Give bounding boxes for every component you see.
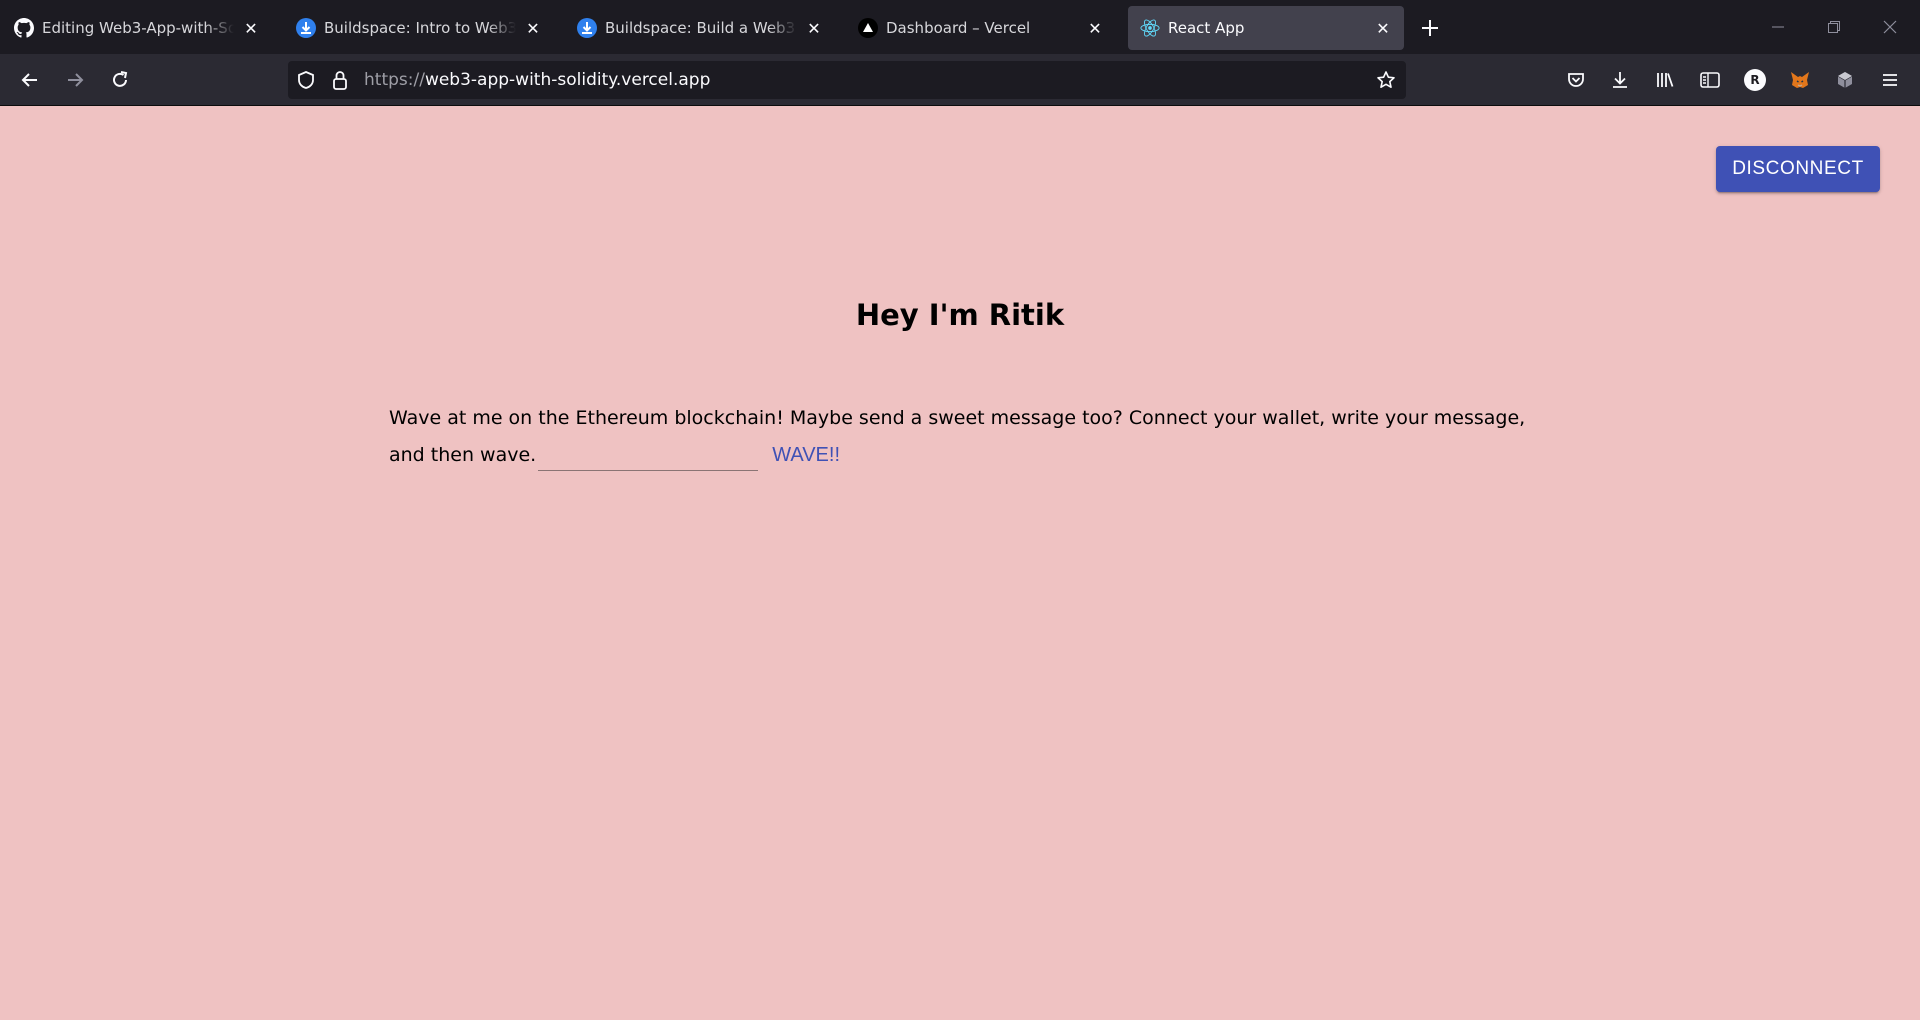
cube-icon	[1837, 72, 1853, 88]
sidebar-icon	[1700, 72, 1720, 88]
message-input[interactable]	[538, 441, 759, 471]
bookmark-star-icon[interactable]	[1376, 70, 1396, 94]
buildspace-icon	[577, 18, 597, 38]
page-title: Hey I'm Ritik	[855, 298, 1065, 332]
vercel-icon	[858, 18, 878, 38]
tab-title: Editing Web3-App-with-Solidity	[42, 19, 234, 37]
tab-buildspace-build[interactable]: Buildspace: Build a Web3 App ✕	[565, 6, 835, 50]
tab-title: Dashboard – Vercel	[886, 19, 1031, 37]
new-tab-button[interactable]	[1416, 14, 1444, 42]
bio-paragraph: Wave at me on the Ethereum blockchain! M…	[389, 400, 1539, 474]
lock-icon[interactable]	[330, 69, 350, 95]
tab-strip: Editing Web3-App-with-Solidity ✕ Buildsp…	[0, 0, 1920, 54]
sidebar-button[interactable]	[1694, 64, 1726, 96]
close-icon[interactable]: ✕	[1372, 17, 1394, 39]
react-icon	[1140, 18, 1160, 38]
pocket-icon	[1568, 73, 1584, 87]
github-icon	[14, 18, 34, 38]
url-bar[interactable]: https://web3-app-with-solidity.vercel.ap…	[288, 61, 1406, 99]
forward-button[interactable]	[59, 64, 91, 96]
downloads-button[interactable]	[1604, 64, 1636, 96]
tab-title: Buildspace: Build a Web3 App	[605, 19, 797, 37]
web-page: DISCONNECT Hey I'm Ritik Wave at me on t…	[0, 106, 1920, 1020]
library-button[interactable]	[1649, 64, 1681, 96]
restore-button[interactable]	[1814, 10, 1854, 44]
tab-title: Buildspace: Intro to Web3 | Coh	[324, 19, 516, 37]
tab-github-editing[interactable]: Editing Web3-App-with-Solidity ✕	[2, 6, 272, 50]
close-icon[interactable]: ✕	[1084, 17, 1106, 39]
hamburger-menu-icon	[1883, 74, 1897, 86]
tab-buildspace-intro[interactable]: Buildspace: Intro to Web3 | Coh ✕	[284, 6, 554, 50]
tab-react-app[interactable]: React App ✕	[1128, 6, 1404, 50]
minimize-button[interactable]	[1758, 10, 1798, 44]
pocket-button[interactable]	[1560, 64, 1592, 96]
disconnect-button[interactable]: DISCONNECT	[1716, 146, 1880, 192]
reload-icon	[113, 71, 128, 87]
buildspace-icon	[296, 18, 316, 38]
back-button[interactable]	[14, 64, 46, 96]
metamask-fox-icon	[1791, 72, 1809, 88]
extension-cube-button[interactable]	[1829, 64, 1861, 96]
close-icon[interactable]: ✕	[240, 17, 262, 39]
close-window-button[interactable]	[1870, 10, 1910, 44]
metamask-extension-button[interactable]	[1784, 64, 1816, 96]
wave-button[interactable]: WAVE!!	[770, 444, 842, 467]
close-icon[interactable]: ✕	[522, 17, 544, 39]
reload-button[interactable]	[104, 64, 136, 96]
navigation-toolbar: https://web3-app-with-solidity.vercel.ap…	[0, 54, 1920, 106]
arrow-left-icon	[21, 73, 37, 87]
menu-button[interactable]	[1874, 64, 1906, 96]
url-host: web3-app-with-solidity.vercel.app	[424, 70, 711, 90]
url-text[interactable]: https://web3-app-with-solidity.vercel.ap…	[364, 61, 710, 99]
shield-icon[interactable]	[296, 70, 316, 94]
url-scheme: https://	[364, 70, 425, 90]
tab-title: React App	[1168, 19, 1245, 37]
tab-vercel-dashboard[interactable]: Dashboard – Vercel ✕	[846, 6, 1116, 50]
arrow-right-icon	[68, 73, 84, 87]
avatar: R	[1744, 69, 1766, 91]
close-icon[interactable]: ✕	[803, 17, 825, 39]
download-icon	[1613, 72, 1627, 88]
library-icon	[1657, 73, 1674, 87]
account-avatar-button[interactable]: R	[1739, 64, 1771, 96]
